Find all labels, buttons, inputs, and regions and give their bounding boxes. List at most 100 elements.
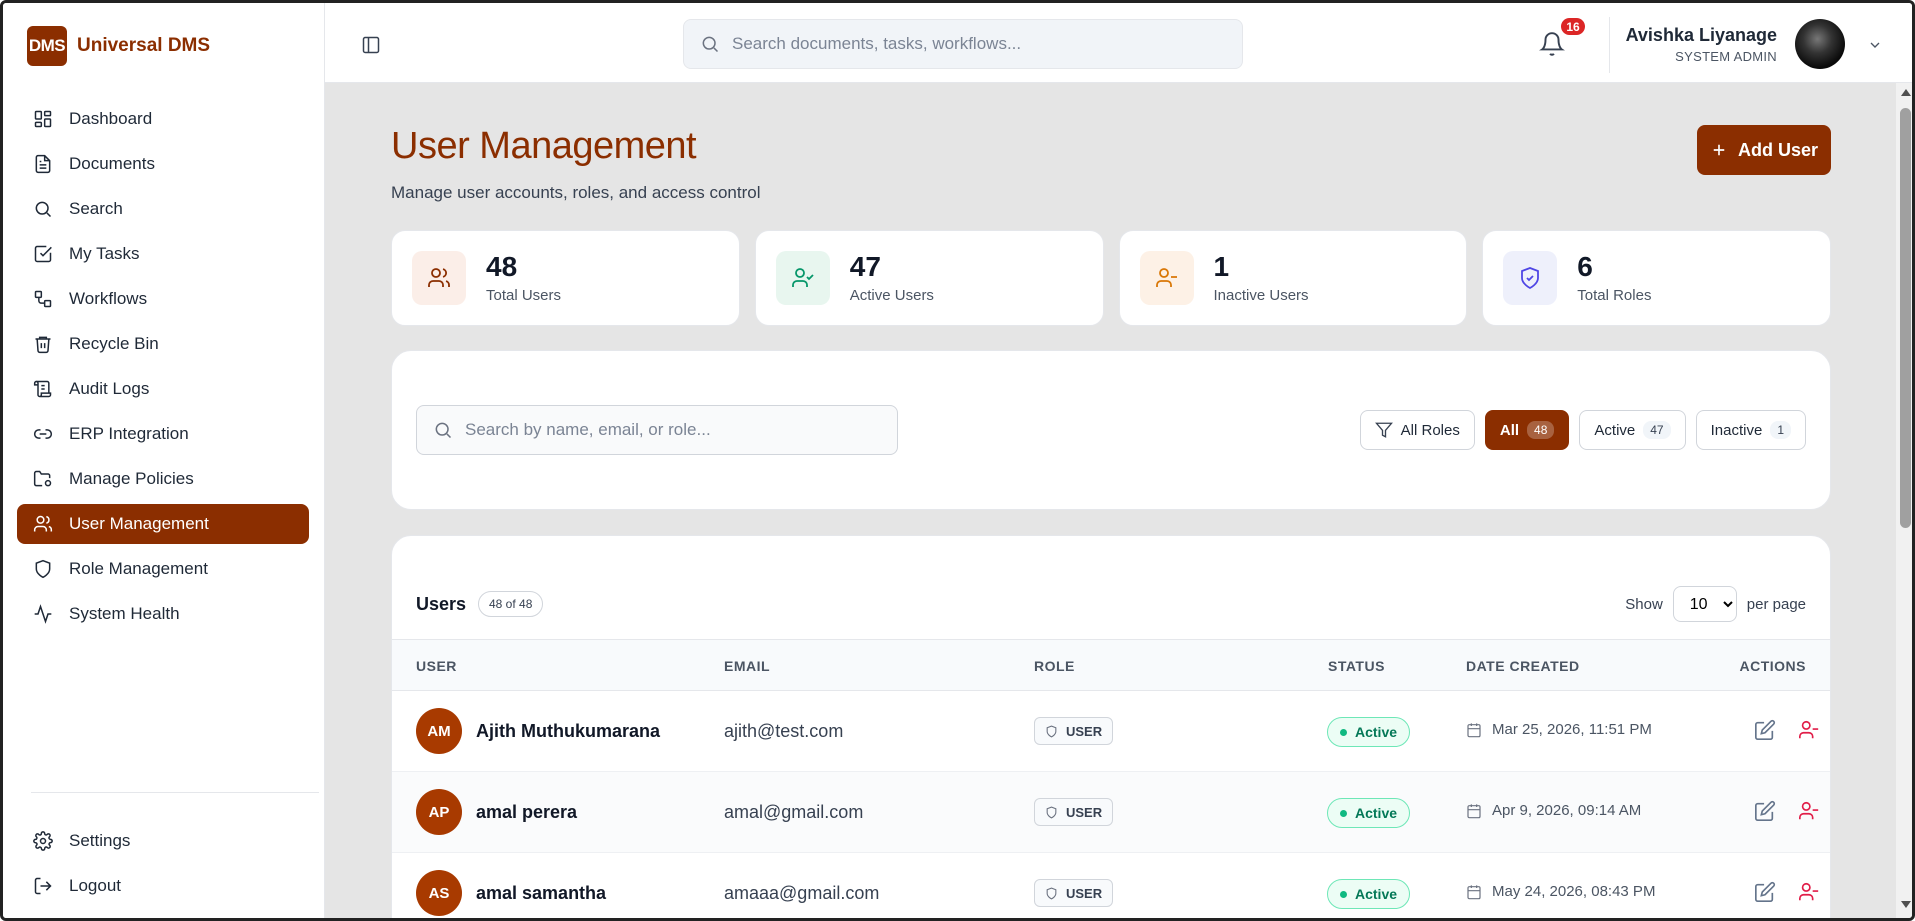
filter-label: Inactive [1710, 421, 1763, 439]
column-header-role[interactable]: ROLE [1034, 658, 1075, 674]
sidebar-item-logout[interactable]: Logout [17, 866, 309, 906]
user-name-cell: amal samantha [476, 883, 607, 903]
stat-card-total-roles: 6 Total Roles [1482, 230, 1831, 326]
sidebar-item-label: My Tasks [69, 244, 140, 263]
avatar[interactable] [1795, 19, 1845, 69]
column-header-email[interactable]: EMAIL [724, 658, 770, 674]
sidebar-item-label: User Management [69, 514, 209, 533]
edit-icon[interactable] [1754, 719, 1776, 741]
filter-panel: All Roles All 48 Active 47 Inactive 1 [391, 350, 1831, 510]
status-badge: Active [1327, 717, 1411, 747]
app-window: DMS Universal DMS Dashboard Documents Se… [0, 0, 1915, 921]
search-icon [435, 422, 452, 439]
sidebar-item-settings[interactable]: Settings [17, 821, 309, 861]
sidebar-item-system-health[interactable]: System Health [17, 594, 309, 634]
status-label: Active [1355, 805, 1398, 821]
top-header: 16 Avishka Liyanage SYSTEM ADMIN [325, 3, 1912, 83]
sidebar-item-label: ERP Integration [69, 424, 189, 443]
status-dot-icon [1340, 809, 1347, 817]
sidebar-item-my-tasks[interactable]: My Tasks [17, 234, 309, 274]
main-content: User Management Manage user accounts, ro… [325, 83, 1896, 918]
user-avatar: AM [416, 708, 462, 754]
table-header: USER EMAIL ROLE STATUS DATE CREATED ACTI… [392, 639, 1830, 691]
sidebar-item-user-management[interactable]: User Management [17, 504, 309, 544]
link-icon [33, 429, 53, 439]
column-header-user[interactable]: USER [416, 658, 457, 674]
scroll-up-arrow-icon[interactable] [1901, 89, 1911, 96]
per-page-select[interactable]: 10 [1672, 586, 1737, 622]
user-search-input[interactable] [465, 420, 885, 440]
bell-icon[interactable] [1539, 31, 1565, 57]
stat-card-total-users: 48 Total Users [391, 230, 740, 326]
global-search-input[interactable] [732, 34, 1212, 54]
date-created-cell: Mar 25, 2026, 11:51 PM [1466, 721, 1652, 738]
users-icon [412, 251, 466, 305]
column-header-status[interactable]: STATUS [1328, 658, 1385, 674]
column-header-date-created[interactable]: DATE CREATED [1466, 658, 1580, 674]
chevron-down-icon[interactable] [1867, 37, 1883, 53]
status-filter-inactive[interactable]: Inactive 1 [1695, 410, 1806, 450]
stat-card-inactive-users: 1 Inactive Users [1118, 230, 1468, 326]
brand[interactable]: DMS Universal DMS [27, 26, 210, 66]
users-icon [33, 515, 53, 532]
search-icon [702, 36, 719, 53]
sidebar-item-audit-logs[interactable]: Audit Logs [17, 369, 309, 409]
sidebar-item-dashboard[interactable]: Dashboard [17, 99, 309, 139]
status-badge: Active [1327, 798, 1411, 828]
sidebar-item-documents[interactable]: Documents [17, 144, 309, 184]
sidebar-toggle-icon[interactable] [361, 35, 381, 55]
status-dot-icon [1340, 728, 1347, 736]
logout-icon [34, 877, 52, 895]
row-actions [1754, 881, 1820, 903]
table-row[interactable]: AP amal perera amal@gmail.com USER Activ… [392, 772, 1830, 853]
sidebar-item-erp-integration[interactable]: ERP Integration [17, 414, 309, 454]
dashboard-icon [34, 110, 52, 128]
checkbox-icon [34, 245, 52, 263]
status-filter-active[interactable]: Active 47 [1579, 410, 1686, 450]
sidebar-item-recycle-bin[interactable]: Recycle Bin [17, 324, 309, 364]
sidebar-item-workflows[interactable]: Workflows [17, 279, 309, 319]
sidebar-item-label: Role Management [69, 559, 208, 578]
add-user-button[interactable]: Add User [1697, 125, 1831, 175]
user-name-cell: Ajith Muthukumarana [476, 721, 661, 741]
sidebar-item-label: Audit Logs [69, 379, 150, 398]
deactivate-user-icon[interactable] [1798, 881, 1820, 903]
scroll-down-arrow-icon[interactable] [1901, 901, 1911, 908]
filter-count: 47 [1643, 421, 1671, 439]
user-avatar: AS [416, 870, 462, 916]
calendar-icon [1467, 803, 1481, 818]
stat-label: Active Users [849, 287, 934, 304]
sidebar-item-search[interactable]: Search [17, 189, 309, 229]
edit-icon[interactable] [1754, 800, 1776, 822]
sidebar-bottom: Settings Logout [17, 821, 309, 911]
user-search[interactable] [416, 405, 898, 455]
filter-buttons: All Roles All 48 Active 47 Inactive 1 [1359, 410, 1806, 450]
edit-icon[interactable] [1754, 881, 1776, 903]
page-scrollbar[interactable] [1896, 83, 1912, 918]
sidebar-item-manage-policies[interactable]: Manage Policies [17, 459, 309, 499]
scroll-thumb[interactable] [1900, 108, 1911, 528]
table-row[interactable]: AM Ajith Muthukumarana ajith@test.com US… [392, 691, 1830, 772]
user-avatar: AP [416, 789, 462, 835]
shield-icon [1046, 806, 1057, 819]
status-label: Active [1355, 886, 1398, 902]
sidebar-item-role-management[interactable]: Role Management [17, 549, 309, 589]
role-label: USER [1066, 804, 1103, 820]
stat-label: Total Roles [1577, 287, 1652, 304]
role-filter-button[interactable]: All Roles [1359, 410, 1475, 450]
deactivate-user-icon[interactable] [1798, 800, 1820, 822]
filter-label: All [1499, 421, 1520, 439]
table-row[interactable]: AS amal samantha amaaa@gmail.com USER Ac… [392, 853, 1830, 918]
sidebar-item-label: Dashboard [69, 109, 153, 128]
stat-label: Total Users [486, 287, 562, 304]
status-filter-all[interactable]: All 48 [1484, 410, 1570, 450]
user-name[interactable]: Avishka Liyanage [1626, 25, 1777, 46]
activity-icon [34, 604, 52, 624]
deactivate-user-icon[interactable] [1798, 719, 1820, 741]
status-label: Active [1355, 724, 1398, 740]
sidebar-item-label: Workflows [69, 289, 148, 308]
user-minus-icon [1139, 251, 1194, 305]
date-label: Mar 25, 2026, 11:51 PM [1492, 721, 1652, 738]
global-search[interactable] [683, 19, 1243, 69]
shield-icon [1046, 725, 1057, 738]
